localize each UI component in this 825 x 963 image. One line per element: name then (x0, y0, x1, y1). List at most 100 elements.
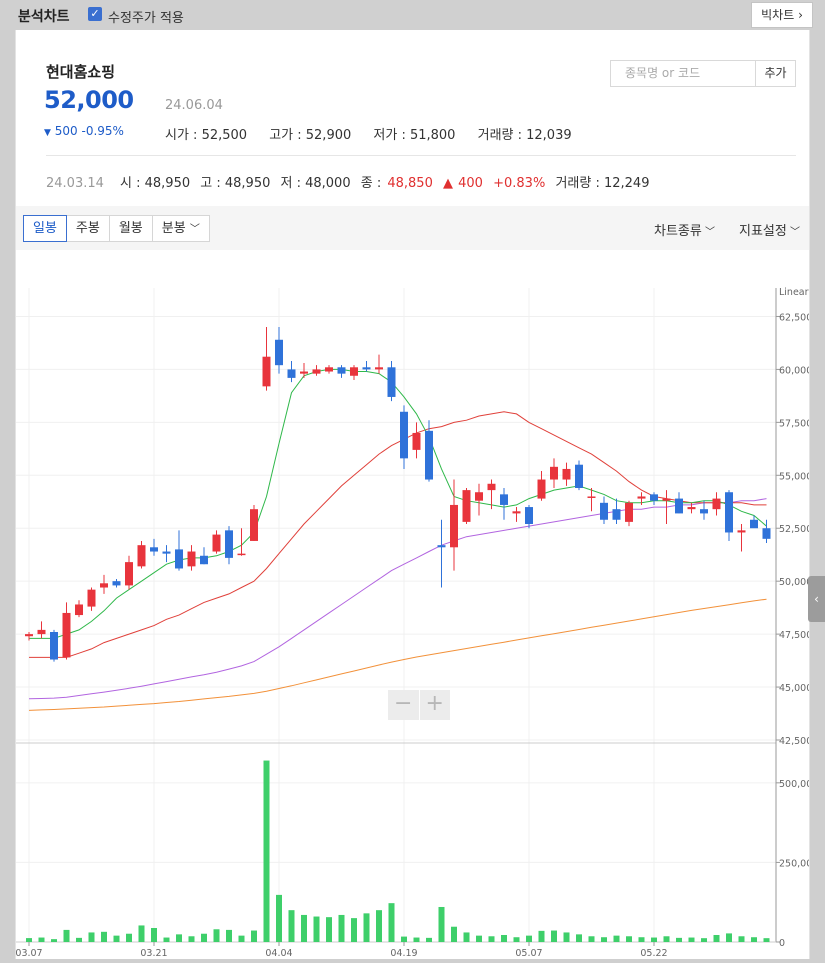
volume-axis-label: 0 (779, 938, 785, 949)
volume-bar (601, 937, 607, 942)
volume-bar (151, 927, 157, 942)
candle-down (275, 339, 283, 366)
candle-up (187, 551, 196, 567)
x-axis-label: 04.19 (390, 948, 417, 959)
zoom-out-button[interactable]: − (388, 690, 419, 720)
open-price: 시가 : 52,500 (165, 128, 248, 143)
volume-bar (688, 937, 695, 942)
candle-up (312, 369, 321, 374)
scale-label: Linear (779, 287, 809, 298)
candle-up (100, 583, 108, 588)
price-axis-label: 45,000 (779, 683, 809, 694)
candle-down (762, 528, 771, 539)
zoom-in-button[interactable]: + (419, 690, 450, 720)
volume-bar (351, 918, 357, 942)
volume-bar (363, 913, 370, 942)
quote-stats: 시가 : 52,500 고가 : 52,900 저가 : 51,800 거래량 … (165, 124, 590, 143)
tab-daily[interactable]: 일봉 (23, 215, 67, 242)
volume-bar (26, 938, 32, 942)
volume-bar (188, 936, 195, 942)
volume-bar (463, 932, 470, 942)
candle-up (350, 367, 358, 376)
candle-down (337, 367, 346, 374)
volume-bar (726, 933, 732, 942)
candle-down (725, 492, 733, 533)
change-percent: -0.95% (81, 124, 124, 138)
volume-bar (176, 934, 182, 942)
crosshair-volume: 거래량 : 12,249 (555, 176, 650, 191)
candle-down (387, 367, 396, 397)
chart-type-dropdown[interactable]: 차트종류 ﹀ (654, 220, 715, 239)
candle-up (450, 504, 458, 548)
tab-monthly[interactable]: 월봉 (108, 215, 153, 242)
crosshair-close-label: 종 : (360, 176, 382, 191)
volume-bar (38, 937, 45, 942)
volume-bar (388, 903, 395, 942)
volume-bar (588, 936, 595, 942)
side-panel-handle[interactable]: ‹ (808, 576, 825, 622)
current-price: 52,000 (44, 86, 134, 114)
volume-bar (213, 929, 220, 942)
volume-bar (513, 937, 520, 942)
candle-up (637, 496, 646, 499)
stock-chart[interactable]: 62,500 60,000 57,500 55,000 52,500 50,000 47,5… (15, 250, 818, 959)
volume-bar (538, 930, 545, 942)
candle-up (737, 530, 746, 533)
volume-bar (126, 933, 132, 942)
candle-down (225, 530, 233, 558)
volume-bar (63, 929, 70, 942)
candle-up (487, 483, 496, 491)
candle-down (112, 581, 121, 586)
candle-up (412, 432, 421, 450)
candle-down (287, 369, 296, 378)
volume-bar (738, 936, 745, 942)
volume-bar (101, 931, 107, 942)
volume-bar (88, 932, 95, 942)
candle-up (687, 507, 696, 510)
symbol-search-input[interactable]: 종목명 or 코드 (610, 60, 756, 87)
chevron-right-icon: › (798, 8, 803, 22)
crosshair-close: 48,850 (387, 176, 433, 191)
candle-up (62, 612, 71, 658)
volume-bar (313, 916, 320, 942)
ma5-line (29, 368, 767, 639)
price-axis-label: 62,500 (779, 312, 809, 323)
crosshair-info: 24.03.14 시 : 48,950 고 : 48,950 저 : 48,00… (46, 172, 655, 191)
indicator-label: 지표설정 (739, 224, 787, 239)
adjusted-price-checkbox[interactable]: ✓ (88, 7, 102, 21)
crosshair-change-percent: +0.83% (493, 176, 546, 191)
candle-down (362, 367, 371, 370)
volume-bar (338, 914, 345, 942)
tab-weekly[interactable]: 주봉 (65, 215, 110, 242)
volume-bar (263, 760, 270, 942)
low-price: 저가 : 51,800 (373, 128, 456, 143)
volume-bar (488, 936, 495, 942)
x-axis-label: 05.07 (515, 948, 542, 959)
candle-up (237, 553, 246, 556)
candle-down (425, 430, 433, 480)
candle-up (250, 509, 258, 541)
chart-area[interactable]: 62,500 60,000 57,500 55,000 52,500 50,000 47,5… (15, 250, 818, 959)
big-chart-button[interactable]: 빅차트 › (751, 2, 813, 28)
x-axis-label: 03.07 (16, 948, 43, 959)
stock-name: 현대홈쇼핑 (46, 63, 116, 81)
add-button[interactable]: 추가 (756, 60, 796, 87)
candle-down (150, 547, 158, 552)
chart-type-label: 차트종류 (654, 224, 702, 239)
volume-bar (763, 938, 770, 942)
candle-up (87, 589, 96, 607)
candle-down (675, 498, 683, 514)
price-axis-label: 60,000 (779, 365, 809, 376)
candle-up (137, 545, 146, 567)
price-axis-label: 52,500 (779, 524, 809, 535)
adjusted-price-label[interactable]: 수정주가 적용 (108, 7, 184, 26)
indicator-settings-dropdown[interactable]: 지표설정 ﹀ (739, 220, 800, 239)
volume-bar (201, 933, 207, 942)
volume-bar (426, 937, 432, 942)
chart-panel: 현대홈쇼핑 52,000 24.06.04 ▼ 500 -0.95% 시가 : … (15, 30, 818, 959)
zoom-controls: − + (388, 690, 451, 720)
tab-minute[interactable]: 분봉 ﹀ (151, 215, 210, 242)
candle-up (25, 634, 33, 637)
top-bar: 분석차트 ✓ 수정주가 적용 빅차트 › (0, 0, 825, 30)
down-triangle-icon: ▼ (44, 128, 51, 138)
